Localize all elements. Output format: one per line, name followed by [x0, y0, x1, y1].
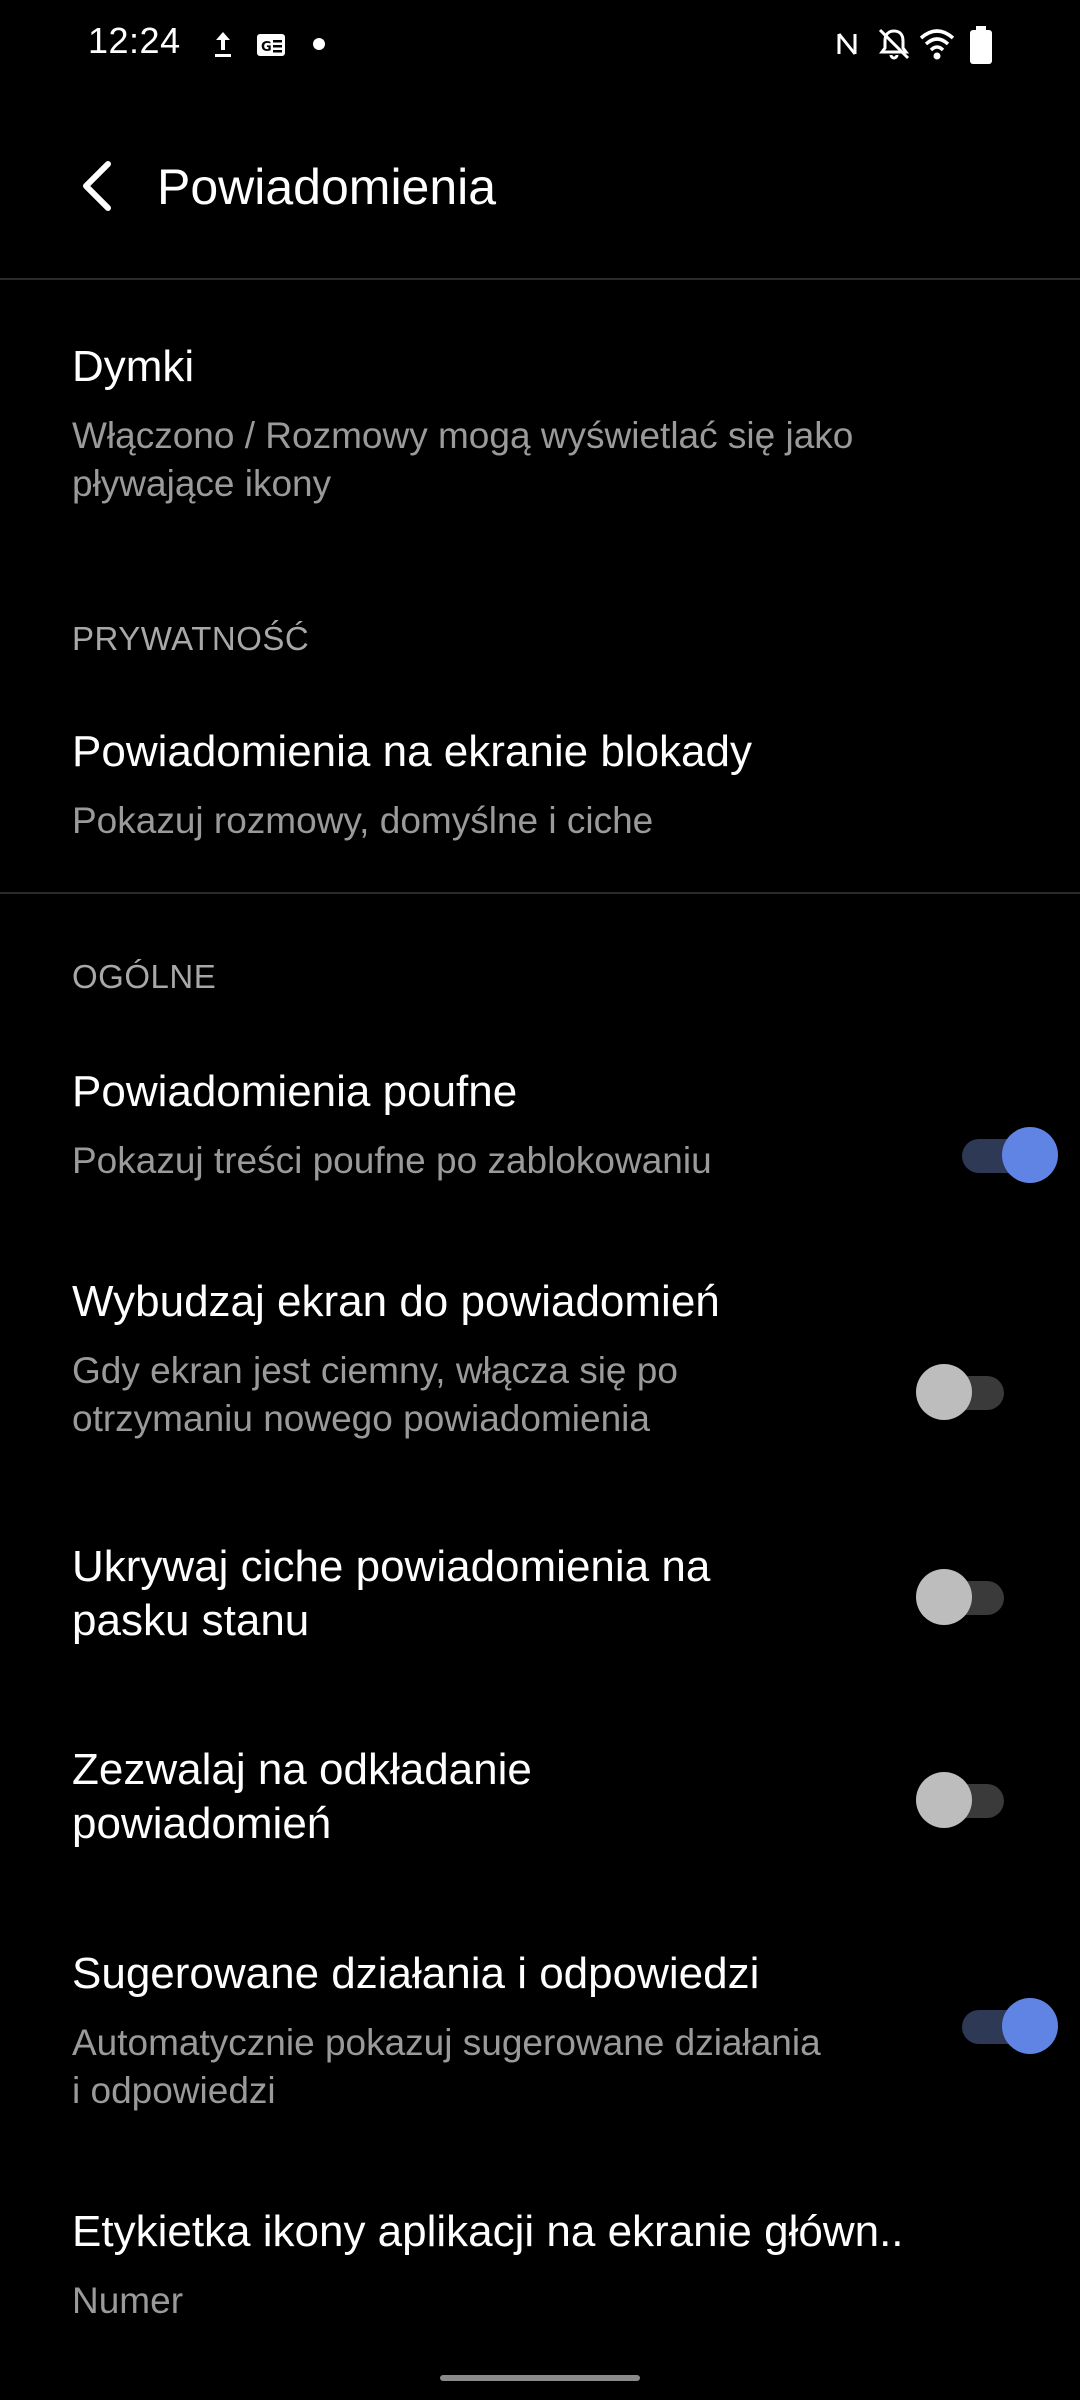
setting-title: Ukrywaj ciche powiadomienia na pasku sta…: [72, 1542, 711, 1645]
setting-subtitle: Automatycznie pokazuj sugerowane działan…: [72, 2022, 821, 2111]
setting-bubbles[interactable]: Dymki Włączono / Rozmowy mogą wyświetlać…: [0, 330, 1080, 530]
section-header-general: OGÓLNE: [72, 958, 217, 995]
setting-app-icon-badge[interactable]: Etykietka ikony aplikacji na ekranie głó…: [0, 2200, 1080, 2340]
setting-subtitle: Numer: [72, 2280, 184, 2321]
back-arrow-icon: [78, 160, 118, 217]
battery-icon: [968, 26, 994, 71]
toggle-thumb: [916, 1772, 972, 1828]
setting-wake-screen[interactable]: Wybudzaj ekran do powiadomień Gdy ekran …: [0, 1265, 1080, 1465]
setting-hide-silent[interactable]: Ukrywaj ciche powiadomienia na pasku sta…: [0, 1535, 1080, 1665]
setting-suggested-actions[interactable]: Sugerowane działania i odpowiedzi Automa…: [0, 1942, 1080, 2142]
setting-title: Zezwalaj na odkładanie powiadomień: [72, 1745, 532, 1848]
upload-icon: [212, 26, 234, 67]
toggle-thumb: [916, 1364, 972, 1420]
section-header-privacy: PRYWATNOŚĆ: [72, 620, 310, 657]
nfc-icon: [832, 26, 862, 67]
setting-subtitle: Pokazuj rozmowy, domyślne i ciche: [72, 800, 654, 841]
toggle-switch[interactable]: [916, 1567, 1016, 1627]
status-time: 12:24: [88, 20, 181, 61]
toggle-switch[interactable]: [916, 1362, 1016, 1422]
app-bar: Powiadomienia: [0, 130, 1080, 250]
back-button[interactable]: [62, 152, 134, 224]
section-divider: [0, 892, 1080, 894]
setting-subtitle: Gdy ekran jest ciemny, włącza się po otr…: [72, 1350, 678, 1439]
setting-title: Wybudzaj ekran do powiadomień: [72, 1277, 720, 1326]
page-title: Powiadomienia: [157, 159, 497, 215]
setting-title: Powiadomienia na ekranie blokady: [72, 727, 752, 776]
gesture-nav-handle[interactable]: [440, 2375, 640, 2381]
setting-lockscreen-notifications[interactable]: Powiadomienia na ekranie blokady Pokazuj…: [0, 715, 1080, 865]
toggle-switch[interactable]: [932, 1996, 1058, 2056]
setting-title: Powiadomienia poufne: [72, 1067, 518, 1116]
dot-icon: [311, 26, 327, 67]
toggle-switch[interactable]: [916, 1770, 1016, 1830]
settings-screen: 12:24 G Powiadomienia Dymki Włączono / R…: [0, 0, 1080, 2400]
setting-title: Dymki: [72, 342, 195, 391]
status-bar: 12:24 G: [0, 0, 1080, 90]
toggle-thumb: [916, 1569, 972, 1625]
setting-title: Sugerowane działania i odpowiedzi: [72, 1949, 760, 1998]
setting-subtitle: Pokazuj treści poufne po zablokowaniu: [72, 1140, 712, 1181]
svg-text:G: G: [261, 40, 272, 55]
setting-subtitle: Włączono / Rozmowy mogą wyświetlać się j…: [72, 415, 854, 504]
wifi-icon: [918, 26, 956, 67]
toggle-thumb: [1002, 1127, 1058, 1183]
news-icon: G: [256, 26, 286, 67]
setting-allow-snooze[interactable]: Zezwalaj na odkładanie powiadomień: [0, 1738, 1080, 1868]
bell-off-icon: [876, 26, 912, 67]
header-divider: [0, 278, 1080, 280]
setting-sensitive-notifications[interactable]: Powiadomienia poufne Pokazuj treści pouf…: [0, 1055, 1080, 1215]
toggle-thumb: [1002, 1998, 1058, 2054]
toggle-switch[interactable]: [932, 1125, 1058, 1185]
setting-title: Etykietka ikony aplikacji na ekranie głó…: [72, 2207, 904, 2256]
